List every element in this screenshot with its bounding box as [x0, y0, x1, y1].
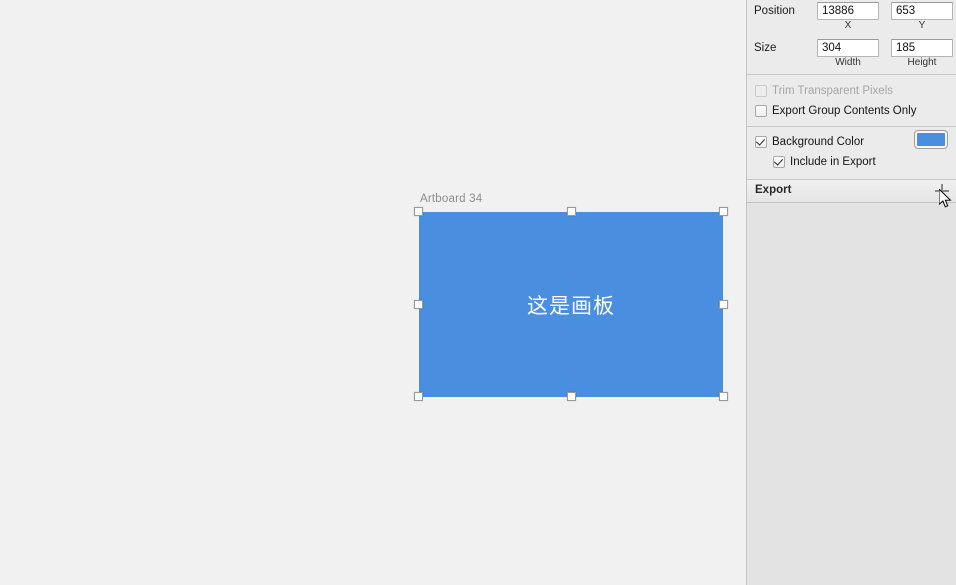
- background-color-checkbox[interactable]: [755, 136, 767, 148]
- export-group-contents-only-row[interactable]: Export Group Contents Only: [747, 101, 956, 121]
- export-options-section: Trim Transparent Pixels Export Group Con…: [747, 75, 956, 127]
- inspector-panel: Position X Y Size Width Height Trim Tran…: [746, 0, 956, 585]
- design-canvas[interactable]: Artboard 34 这是画板: [0, 0, 746, 585]
- trim-transparent-pixels-checkbox: [755, 85, 767, 97]
- selection-handle-bottom-left[interactable]: [414, 392, 423, 401]
- trim-transparent-pixels-label: Trim Transparent Pixels: [772, 85, 893, 97]
- app-window: Artboard 34 这是画板 Position X Y Size: [0, 0, 956, 585]
- size-label: Size: [754, 42, 777, 54]
- position-y-sublabel: Y: [918, 20, 926, 31]
- background-color-label[interactable]: Background Color: [772, 136, 864, 148]
- selection-handle-bottom-right[interactable]: [719, 392, 728, 401]
- selection-handle-bottom-center[interactable]: [566, 392, 576, 401]
- artboard-name-label[interactable]: Artboard 34: [420, 193, 482, 205]
- background-color-section: Background Color Include in Export: [747, 127, 956, 180]
- selection-handle-top-right[interactable]: [719, 207, 728, 216]
- trim-transparent-pixels-row: Trim Transparent Pixels: [747, 81, 956, 101]
- size-width-input[interactable]: [817, 39, 879, 57]
- include-in-export-checkbox[interactable]: [773, 156, 785, 168]
- position-x-input[interactable]: [817, 2, 879, 20]
- export-section-header: Export: [747, 180, 956, 203]
- background-color-swatch[interactable]: [915, 131, 947, 148]
- plus-icon-cross: [935, 190, 949, 192]
- include-in-export-row[interactable]: Include in Export: [747, 152, 956, 172]
- size-width-sublabel: Width: [835, 57, 861, 68]
- position-label: Position: [754, 5, 795, 17]
- selection-handle-middle-left[interactable]: [414, 299, 423, 309]
- selection-handle-top-left[interactable]: [414, 207, 423, 216]
- geometry-section: Position X Y Size Width Height: [747, 0, 956, 75]
- export-title: Export: [755, 184, 792, 196]
- selection-handle-middle-right[interactable]: [719, 299, 728, 309]
- export-group-contents-only-checkbox[interactable]: [755, 105, 767, 117]
- position-y-input[interactable]: [891, 2, 953, 20]
- export-add-button[interactable]: [932, 181, 952, 201]
- size-height-input[interactable]: [891, 39, 953, 57]
- artboard-rectangle[interactable]: 这是画板: [419, 212, 723, 397]
- artboard-text-layer[interactable]: 这是画板: [527, 290, 615, 320]
- size-row: Size Width Height: [747, 37, 956, 70]
- position-row: Position X Y: [747, 0, 956, 33]
- include-in-export-label[interactable]: Include in Export: [790, 156, 876, 168]
- export-group-contents-only-label[interactable]: Export Group Contents Only: [772, 105, 916, 117]
- position-x-sublabel: X: [844, 20, 852, 31]
- size-height-sublabel: Height: [907, 57, 937, 68]
- selection-handle-top-center[interactable]: [566, 207, 576, 216]
